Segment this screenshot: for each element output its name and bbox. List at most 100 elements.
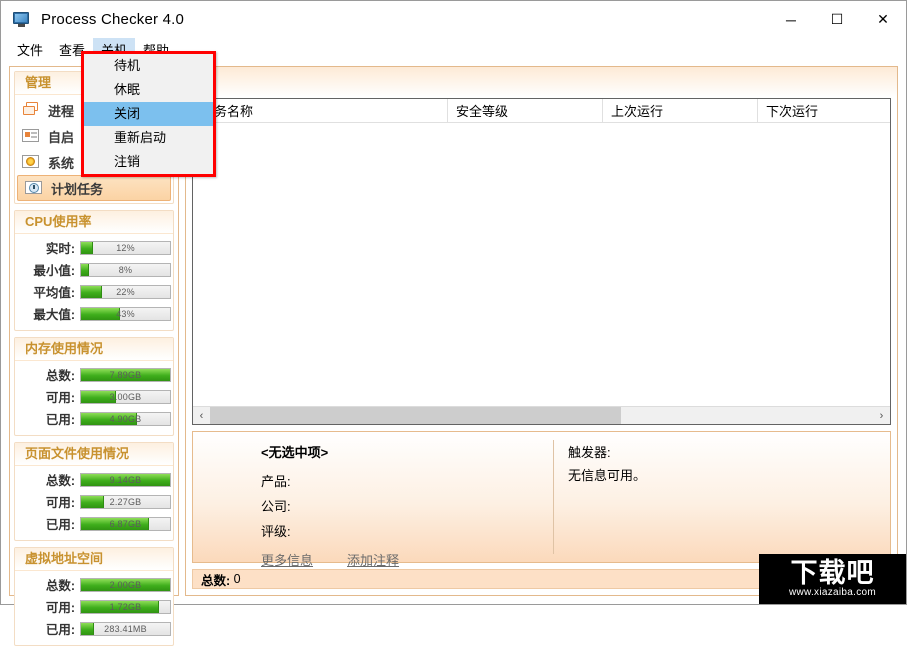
- virtual-meters: 总数: 2.00GB 可用: 1.72GB 已用: 283.41MB: [15, 571, 173, 645]
- meter-label: 可用:: [45, 496, 75, 510]
- meter-label: 已用:: [45, 518, 75, 532]
- watermark-url: www.xiazaiba.com: [788, 586, 877, 598]
- menu-file[interactable]: 文件: [9, 38, 51, 61]
- meter-bar-pagefile-total: 9.14GB: [80, 472, 171, 487]
- meter-label: 可用:: [45, 391, 75, 405]
- meter-value: 12%: [116, 242, 135, 253]
- meter-value: 22%: [116, 286, 135, 297]
- close-button[interactable]: ✕: [860, 1, 906, 38]
- meter-value: 6.87GB: [109, 518, 142, 529]
- sidebar-item-label: 计划任务: [51, 181, 104, 197]
- meter-bar-memory-used: 4.90GB: [80, 411, 171, 426]
- memory-meters: 总数: 7.89GB 可用: 3.00GB 已用: 4.90GB: [15, 361, 173, 435]
- meter-row: 最小值: 8%: [17, 260, 171, 279]
- meter-value: 283.41MB: [104, 623, 147, 634]
- detail-panel: <无选中项> 产品: 公司: 评级: 更多信息 添加注释 触发器: 无信息可用。: [192, 431, 891, 568]
- maximize-button[interactable]: ☐: [814, 1, 860, 38]
- meter-value: 7.89GB: [109, 369, 142, 380]
- watermark-title: 下载吧: [790, 557, 875, 588]
- meter-label: 总数:: [45, 474, 75, 488]
- horizontal-scrollbar[interactable]: ‹ ›: [193, 406, 890, 424]
- table-body[interactable]: [193, 123, 890, 406]
- meter-bar-memory-available: 3.00GB: [80, 389, 171, 404]
- meter-label: 已用:: [45, 623, 75, 637]
- watermark: 下载吧 www.xiazaiba.com: [759, 554, 906, 604]
- sidebar-group-title-cpu: CPU使用率: [15, 211, 173, 234]
- sidebar-group-title-pagefile: 页面文件使用情况: [15, 443, 173, 466]
- meter-value: 2.27GB: [109, 496, 142, 507]
- meter-value: 2.00GB: [109, 579, 142, 590]
- more-info-link[interactable]: 更多信息: [261, 550, 313, 569]
- window-controls: ─ ☐ ✕: [768, 1, 906, 38]
- sidebar-group-virtual-address-space: 虚拟地址空间 总数: 2.00GB 可用: 1.72GB 已用: 283.41M…: [14, 547, 174, 646]
- meter-bar-cpu-avg: 22%: [80, 284, 171, 299]
- meter-row: 可用: 3.00GB: [17, 387, 171, 406]
- sidebar-group-cpu: CPU使用率 实时: 12% 最小值: 8% 平均值: 22% 最大值: 43%: [14, 210, 174, 331]
- trigger-title: 触发器:: [568, 445, 611, 460]
- application-window: Process Checker 4.0 ─ ☐ ✕ 文件 查看 关机 帮助 待机…: [0, 0, 907, 646]
- meter-value: 43%: [116, 308, 135, 319]
- meter-bar-cpu-min: 8%: [80, 262, 171, 277]
- meter-row: 已用: 4.90GB: [17, 409, 171, 428]
- task-list: 任务名称 安全等级 上次运行 下次运行 ‹ ›: [192, 98, 891, 425]
- meter-bar-cpu-current: 12%: [80, 240, 171, 255]
- meter-bar-virtual-total: 2.00GB: [80, 577, 171, 592]
- detail-field-company: 公司:: [261, 499, 291, 514]
- column-header-last-run[interactable]: 上次运行: [603, 99, 758, 122]
- meter-row: 可用: 2.27GB: [17, 492, 171, 511]
- meter-value: 1.72GB: [109, 601, 142, 612]
- status-label: 总数:: [201, 573, 231, 588]
- scroll-left-icon[interactable]: ‹: [193, 407, 210, 424]
- menu-item-hibernate[interactable]: 休眠: [84, 78, 213, 102]
- windows-stack-icon: [21, 101, 41, 119]
- meter-bar-cpu-max: 43%: [80, 306, 171, 321]
- meter-value: 4.90GB: [109, 413, 142, 424]
- detail-title: <无选中项>: [261, 445, 329, 460]
- sidebar-group-memory: 内存使用情况 总数: 7.89GB 可用: 3.00GB 已用: 4.90GB: [14, 337, 174, 436]
- meter-label: 总数:: [45, 579, 75, 593]
- system-gear-icon: [21, 153, 41, 171]
- meter-bar-pagefile-used: 6.87GB: [80, 516, 171, 531]
- minimize-button[interactable]: ─: [768, 1, 814, 38]
- meter-row: 总数: 9.14GB: [17, 470, 171, 489]
- meter-bar-virtual-available: 1.72GB: [80, 599, 171, 614]
- detail-left-column: <无选中项> 产品: 公司: 评级: 更多信息 添加注释: [193, 432, 553, 568]
- menu-item-logoff[interactable]: 注销: [84, 150, 213, 174]
- meter-label: 实时:: [45, 242, 75, 256]
- title-bar: Process Checker 4.0 ─ ☐ ✕: [1, 1, 906, 38]
- sidebar-item-label: 系统: [48, 155, 75, 171]
- column-header-next-run[interactable]: 下次运行: [758, 99, 890, 122]
- meter-row: 总数: 2.00GB: [17, 575, 171, 594]
- meter-bar-memory-total: 7.89GB: [80, 367, 171, 382]
- menu-item-shutdown[interactable]: 关闭: [84, 102, 213, 126]
- meter-row: 已用: 283.41MB: [17, 619, 171, 638]
- meter-row: 实时: 12%: [17, 238, 171, 257]
- meter-row: 已用: 6.87GB: [17, 514, 171, 533]
- scroll-right-icon[interactable]: ›: [873, 407, 890, 424]
- add-comment-link[interactable]: 添加注释: [347, 550, 399, 569]
- sidebar-group-title-virtual: 虚拟地址空间: [15, 548, 173, 571]
- meter-value: 8%: [118, 264, 133, 275]
- clock-task-icon: [24, 179, 44, 197]
- meter-row: 最大值: 43%: [17, 304, 171, 323]
- scrollbar-track[interactable]: [210, 407, 873, 424]
- trigger-message: 无信息可用。: [568, 468, 647, 483]
- monitor-icon: [13, 11, 31, 28]
- detail-field-product: 产品:: [261, 474, 291, 489]
- sidebar-item-label: 自启: [48, 129, 75, 145]
- column-header-security-level[interactable]: 安全等级: [448, 99, 603, 122]
- detail-right-column: 触发器: 无信息可用。: [554, 432, 890, 562]
- meter-label: 最大值:: [33, 308, 75, 322]
- sidebar-group-title-memory: 内存使用情况: [15, 338, 173, 361]
- menu-item-restart[interactable]: 重新启动: [84, 126, 213, 150]
- sidebar-item-scheduled-tasks[interactable]: 计划任务: [17, 175, 171, 201]
- detail-field-rating: 评级:: [261, 524, 291, 539]
- meter-label: 最小值:: [33, 264, 75, 278]
- column-header-task-name[interactable]: 任务名称: [193, 99, 448, 122]
- table-header-row: 任务名称 安全等级 上次运行 下次运行: [193, 99, 890, 123]
- main-panel-header: [186, 67, 897, 98]
- menu-item-standby[interactable]: 待机: [84, 54, 213, 78]
- cpu-meters: 实时: 12% 最小值: 8% 平均值: 22% 最大值: 43%: [15, 234, 173, 330]
- window-title: Process Checker 4.0: [41, 11, 185, 28]
- scrollbar-thumb[interactable]: [210, 407, 622, 424]
